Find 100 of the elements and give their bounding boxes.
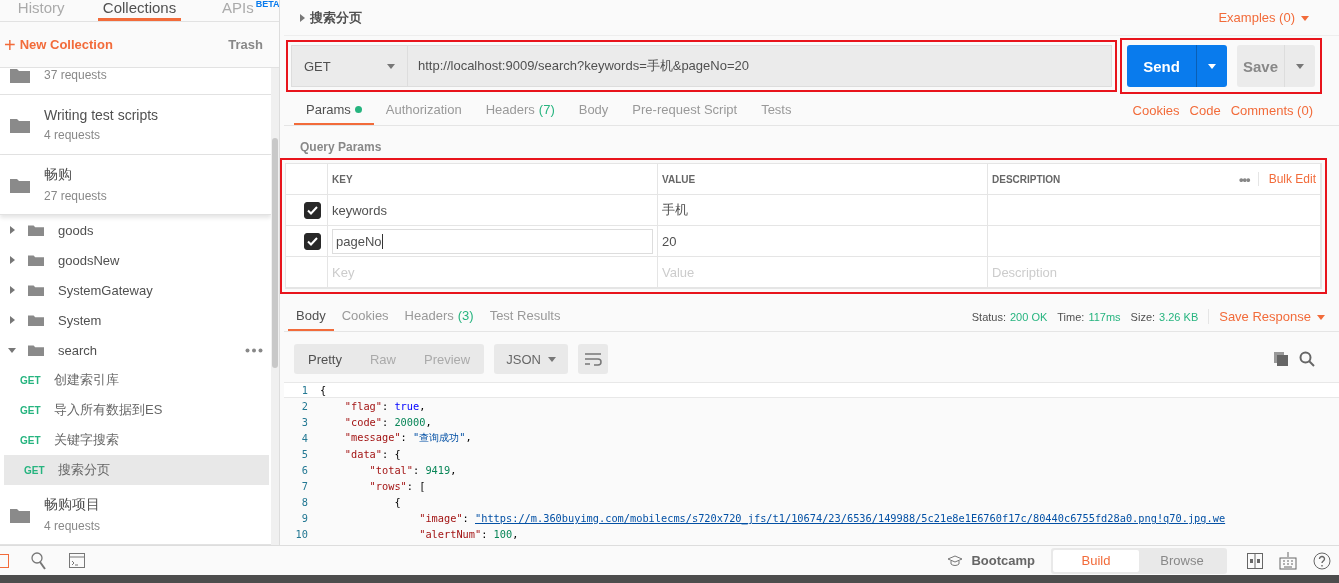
request-item[interactable]: GET 搜索分页 xyxy=(4,455,269,485)
caret-right-icon xyxy=(8,256,16,264)
checkbox[interactable] xyxy=(304,201,321,219)
bootcamp-link[interactable]: Bootcamp xyxy=(947,553,1035,568)
line-number: 6 xyxy=(300,464,309,476)
request-item[interactable]: GET 创建索引库 xyxy=(0,365,271,395)
folder-row[interactable]: System xyxy=(0,305,271,335)
folder-row[interactable]: SystemGateway xyxy=(0,275,271,305)
mode-tab[interactable]: Browse xyxy=(1139,549,1225,572)
check-icon xyxy=(307,236,318,246)
more-icon[interactable] xyxy=(245,347,263,353)
examples-link[interactable]: Examples (0) xyxy=(1218,10,1309,25)
trash-link[interactable]: Trash xyxy=(228,37,263,52)
save-response-button[interactable]: Save Response xyxy=(1208,309,1335,324)
wrap-button[interactable] xyxy=(578,344,609,374)
response-tab[interactable]: Cookies xyxy=(333,302,397,331)
line-number: 9 xyxy=(300,512,309,524)
header-link[interactable]: Code xyxy=(1189,103,1221,118)
response-tab[interactable]: Test Results xyxy=(481,302,569,331)
collection-name[interactable]: 畅购 xyxy=(44,166,107,184)
search-icon[interactable] xyxy=(31,551,47,570)
more-button[interactable]: ••• xyxy=(1239,171,1250,187)
folder-row[interactable]: goods xyxy=(0,215,271,245)
response-stat: Size: 3.26 KB xyxy=(1130,310,1199,323)
code-line: "image": "https://m.360buyimg.com/mobilecms/s720x720_jfs/t1/10674/23/6536/149988/5c21e8e1E6760f17c/80440c6755fd28a0.png!q70.jpg.we xyxy=(418,512,1226,524)
request-tab[interactable]: Params xyxy=(294,96,374,125)
caret-right-icon xyxy=(8,286,16,294)
request-tab[interactable]: Body xyxy=(566,96,621,125)
line-number: 8 xyxy=(300,496,309,508)
graduation-cap-icon xyxy=(947,554,964,567)
console-icon[interactable] xyxy=(69,553,85,568)
param-value[interactable]: 手机 xyxy=(662,201,688,219)
keyboard-icon[interactable] xyxy=(1279,551,1297,570)
line-number: 10 xyxy=(294,528,309,540)
description-field[interactable] xyxy=(988,195,1321,226)
code-line: "data": { xyxy=(343,448,401,460)
response-tab[interactable]: Body xyxy=(288,302,334,331)
request-count: 37 requests xyxy=(44,68,107,82)
folder-row[interactable]: search xyxy=(0,335,271,365)
line-number: 5 xyxy=(300,448,309,460)
request-count: 4 requests xyxy=(44,128,102,142)
code-line: "flag": true, xyxy=(343,400,426,412)
header-link[interactable]: Cookies xyxy=(1132,103,1180,118)
folder-icon xyxy=(10,116,30,133)
caret-icon xyxy=(548,355,557,363)
response-stat: Status: 200 OK xyxy=(971,310,1048,323)
code-line: "code": 20000, xyxy=(343,416,432,428)
folder-row[interactable]: goodsNew xyxy=(0,245,271,275)
caret-right-icon xyxy=(8,316,16,324)
column-header: KEY xyxy=(328,164,658,195)
param-key[interactable]: keywords xyxy=(332,202,387,218)
param-value[interactable]: 20 xyxy=(662,233,677,249)
sidebar-tab[interactable]: History xyxy=(0,0,83,21)
format-dropdown[interactable]: JSON xyxy=(494,344,569,374)
bulk-edit-link[interactable]: Bulk Edit xyxy=(1257,172,1316,186)
line-number: 2 xyxy=(300,400,309,412)
code-line: "rows": [ xyxy=(368,480,426,492)
request-tab[interactable]: Tests xyxy=(749,96,804,125)
wrap-icon xyxy=(584,352,603,366)
sidebar-tab[interactable]: Collections xyxy=(98,0,181,21)
request-item[interactable]: GET 导入所有数据到ES xyxy=(0,395,271,425)
line-number: 4 xyxy=(300,432,309,444)
key-input[interactable]: pageNo xyxy=(332,228,653,254)
view-tab[interactable]: Pretty xyxy=(294,344,356,374)
header-link[interactable]: Comments (0) xyxy=(1230,103,1313,118)
request-tab[interactable]: Authorization xyxy=(373,96,474,125)
collection-row[interactable]: 37 requests xyxy=(0,68,271,95)
request-tab[interactable]: Pre-request Script xyxy=(620,96,750,125)
caret-icon xyxy=(1301,13,1309,22)
caret-down-icon xyxy=(8,346,16,354)
request-count: 4 requests xyxy=(44,519,101,533)
caret-icon xyxy=(298,13,306,22)
scrollbar-thumb[interactable] xyxy=(272,138,278,368)
description-field[interactable] xyxy=(988,226,1321,257)
collection-name[interactable]: Writing test scripts xyxy=(44,107,159,123)
column-header: VALUE xyxy=(658,164,988,195)
caret-icon xyxy=(1317,312,1325,321)
response-stat: Time: 117ms xyxy=(1057,310,1121,323)
request-tab[interactable]: Headers (7) xyxy=(473,96,567,125)
mode-tab[interactable]: Build xyxy=(1053,549,1139,572)
two-pane-icon[interactable] xyxy=(1247,552,1263,569)
sidebar-toggle-icon[interactable] xyxy=(0,553,9,568)
caret-icon xyxy=(1208,62,1216,70)
code-line: "total": 9419, xyxy=(368,464,457,476)
copy-icon[interactable] xyxy=(1273,351,1289,367)
section-title: Query Params xyxy=(299,139,383,156)
response-tab[interactable]: Headers (3) xyxy=(396,302,482,331)
new-collection-button[interactable]: + New Collection xyxy=(4,34,113,55)
code-line: { xyxy=(320,384,327,396)
code-line: "message": "查询成功", xyxy=(343,431,472,445)
line-number: 3 xyxy=(300,416,309,428)
collection-name[interactable]: 畅购项目 xyxy=(44,496,101,514)
check-icon xyxy=(307,205,318,215)
folder-icon xyxy=(28,313,44,327)
help-icon[interactable] xyxy=(1313,551,1331,570)
checkbox[interactable] xyxy=(304,232,321,250)
search-icon[interactable] xyxy=(1299,351,1315,367)
request-title[interactable]: 搜索分页 xyxy=(298,8,362,27)
request-item[interactable]: GET 关键字搜索 xyxy=(0,425,271,455)
code-line: "alertNum": 100, xyxy=(418,528,519,540)
